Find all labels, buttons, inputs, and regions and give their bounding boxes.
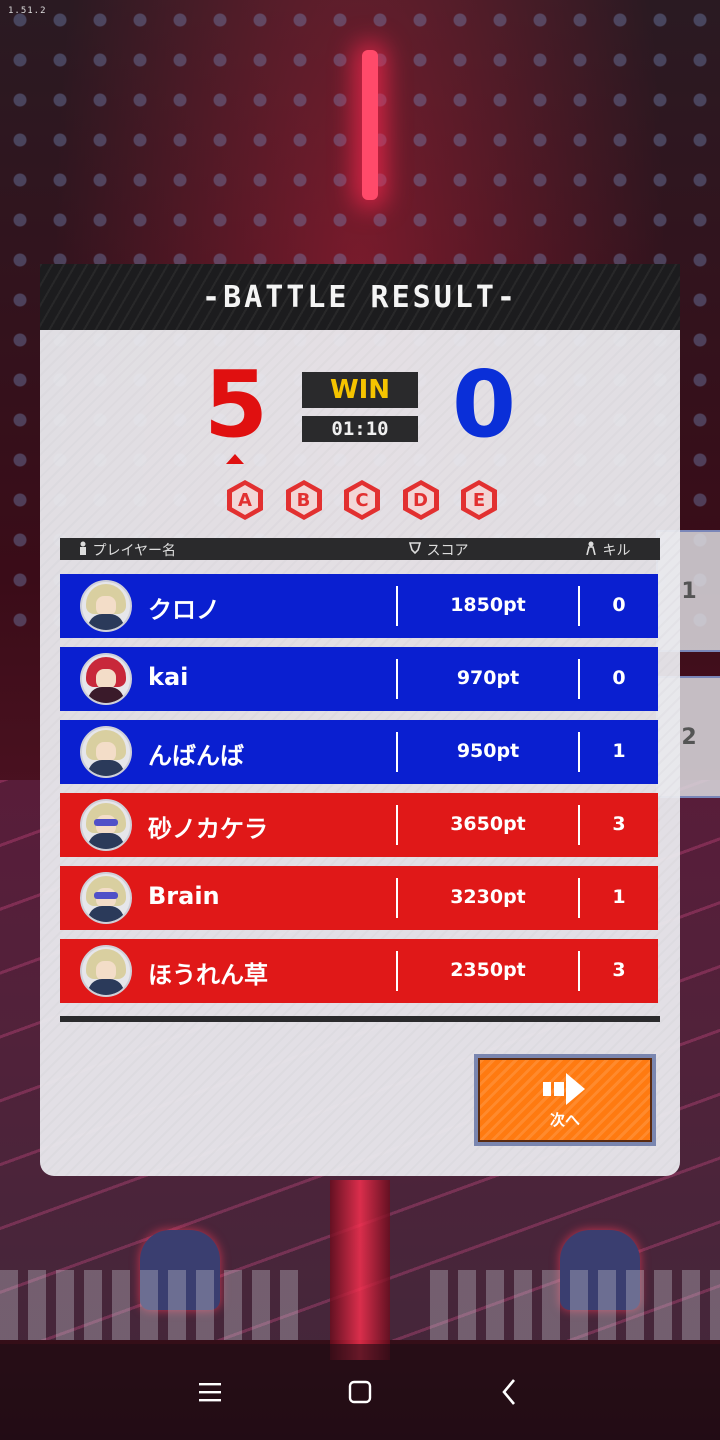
avatar	[80, 653, 132, 705]
avatar	[80, 799, 132, 851]
own-team-marker-icon	[226, 454, 244, 464]
capture-point-d: D	[399, 478, 443, 522]
battle-result-panel: -BATTLE RESULT- 5 WIN 01:10 0 A B C D E …	[40, 264, 680, 1176]
player-score: 2350pt	[450, 959, 526, 981]
table-header: プレイヤー名 スコア キル	[60, 538, 660, 560]
background-glyphs-left	[0, 1270, 300, 1340]
table-row[interactable]: 砂ノカケラ 3650pt 3	[60, 793, 658, 857]
avatar	[80, 945, 132, 997]
kill-icon	[586, 541, 596, 556]
capture-point-c: C	[340, 478, 384, 522]
score-icon	[408, 542, 422, 555]
menu-icon[interactable]	[192, 1374, 228, 1410]
player-name: kai	[148, 663, 189, 691]
player-kills: 0	[612, 667, 626, 689]
blue-team-score: 0	[451, 351, 516, 458]
player-score: 3650pt	[450, 813, 526, 835]
player-kills: 1	[612, 740, 626, 762]
player-score: 1850pt	[450, 594, 526, 616]
player-kills: 3	[612, 813, 626, 835]
next-button[interactable]: 次へ	[474, 1054, 656, 1146]
player-kills: 3	[612, 959, 626, 981]
column-divider	[396, 951, 398, 991]
match-time: 01:10	[302, 416, 418, 442]
table-row[interactable]: んばんば 950pt 1	[60, 720, 658, 784]
panel-header: -BATTLE RESULT-	[40, 264, 680, 330]
header-score: スコア	[408, 540, 468, 560]
arrow-right-icon	[543, 1072, 585, 1105]
player-score: 3230pt	[450, 886, 526, 908]
column-divider	[396, 878, 398, 918]
player-name: クロノ	[148, 596, 220, 624]
table-divider	[60, 1016, 660, 1022]
column-divider	[396, 659, 398, 699]
home-icon[interactable]	[342, 1374, 378, 1410]
navigation-bar	[0, 1344, 720, 1440]
panel-title: -BATTLE RESULT-	[202, 279, 518, 315]
capture-point-b: B	[282, 478, 326, 522]
background-pillar	[330, 1180, 390, 1360]
player-name: Brain	[148, 882, 220, 910]
capture-points: A B C D E	[223, 478, 501, 522]
player-icon	[80, 541, 86, 555]
avatar	[80, 580, 132, 632]
back-icon[interactable]	[492, 1374, 528, 1410]
column-divider	[396, 732, 398, 772]
background-light-bar	[362, 50, 378, 200]
header-kill: キル	[584, 540, 630, 560]
background-glyphs-right	[430, 1270, 720, 1340]
version-label: 1.51.2	[8, 6, 47, 16]
column-divider	[396, 586, 398, 626]
avatar	[80, 872, 132, 924]
table-row[interactable]: kai 970pt 0	[60, 647, 658, 711]
table-row[interactable]: ほうれん草 2350pt 3	[60, 939, 658, 1003]
table-row[interactable]: Brain 3230pt 1	[60, 866, 658, 930]
player-kills: 1	[612, 886, 626, 908]
player-name: 砂ノカケラ	[148, 815, 268, 843]
player-kills: 0	[612, 594, 626, 616]
player-score: 950pt	[456, 740, 520, 762]
player-list: クロノ 1850pt 0 kai 970pt 0 んばんば 950pt 1 砂ノ…	[60, 574, 658, 1012]
player-name: ほうれん草	[148, 961, 268, 989]
next-button-label: 次へ	[549, 1110, 580, 1129]
red-team-score: 5	[203, 351, 268, 458]
match-result: WIN	[302, 372, 418, 408]
player-name: んばんば	[148, 742, 244, 770]
player-score: 970pt	[456, 667, 520, 689]
column-divider	[396, 805, 398, 845]
header-player-name: プレイヤー名	[78, 540, 176, 560]
next-button-face[interactable]: 次へ	[478, 1058, 652, 1142]
table-row[interactable]: クロノ 1850pt 0	[60, 574, 658, 638]
avatar	[80, 726, 132, 778]
capture-point-a: A	[223, 478, 267, 522]
capture-point-e: E	[457, 478, 501, 522]
